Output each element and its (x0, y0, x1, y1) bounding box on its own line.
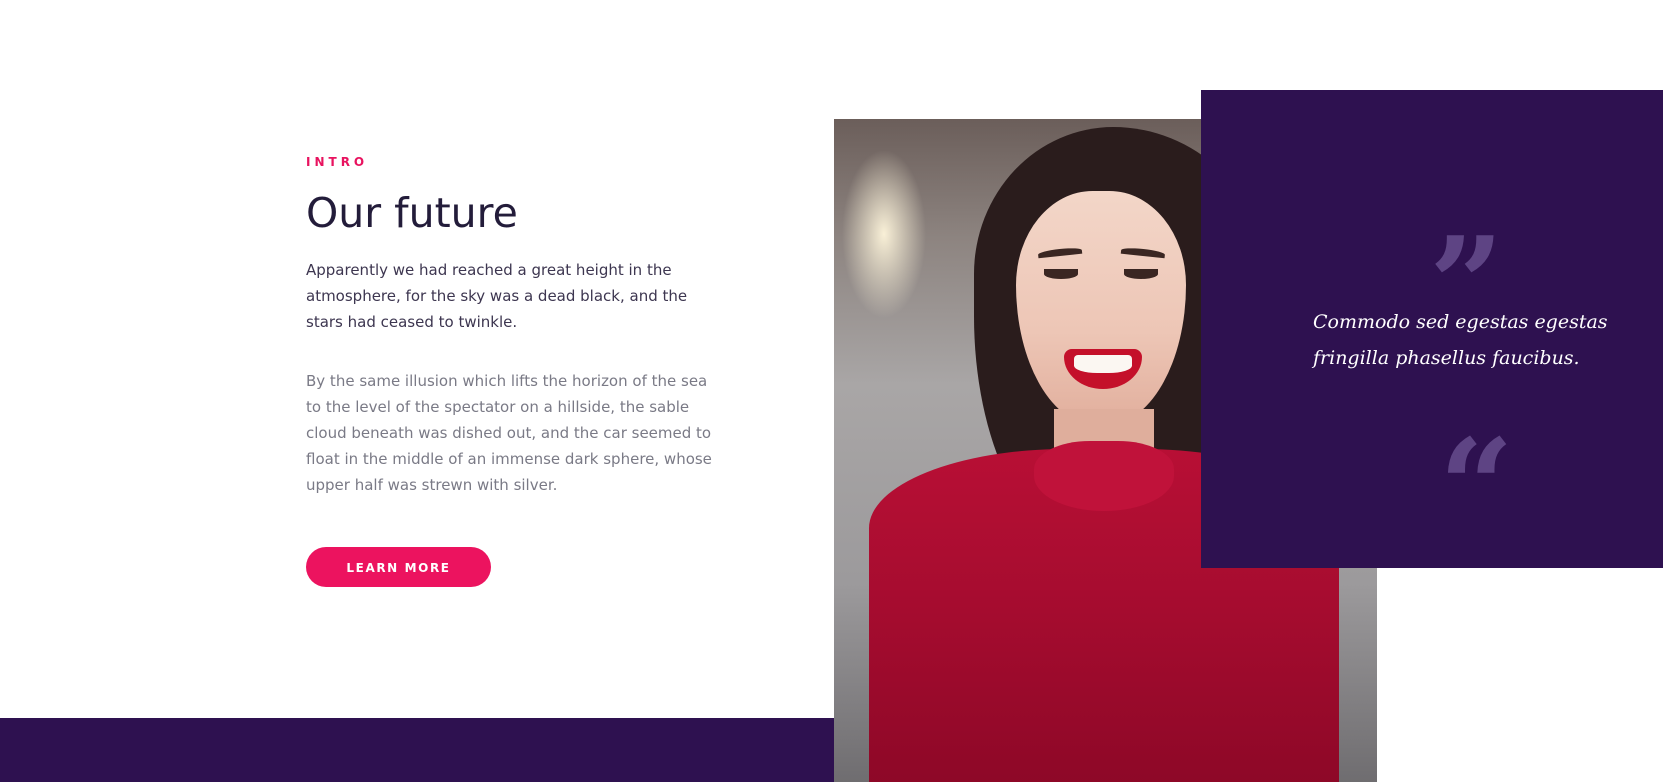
photo-eye-right (1124, 269, 1158, 279)
section-eyebrow: INTRO (306, 155, 369, 169)
body-paragraph: By the same illusion which lifts the hor… (306, 372, 712, 494)
learn-more-button[interactable]: LEARN MORE (306, 547, 491, 587)
photo-teeth (1074, 355, 1132, 373)
open-quote-icon: “ (1439, 410, 1514, 563)
page-title: Our future (306, 189, 518, 237)
photo-eye-left (1044, 269, 1078, 279)
photo-collar (1034, 441, 1174, 511)
intro-section: INTRO Our future Apparently we had reach… (306, 152, 726, 587)
bottom-band (0, 718, 834, 782)
lead-paragraph: Apparently we had reached a great height… (306, 261, 688, 331)
quote-panel: ” Commodo sed egestas egestas fringilla … (1201, 90, 1663, 568)
quote-text: Commodo sed egestas egestas fringilla ph… (1313, 311, 1608, 369)
